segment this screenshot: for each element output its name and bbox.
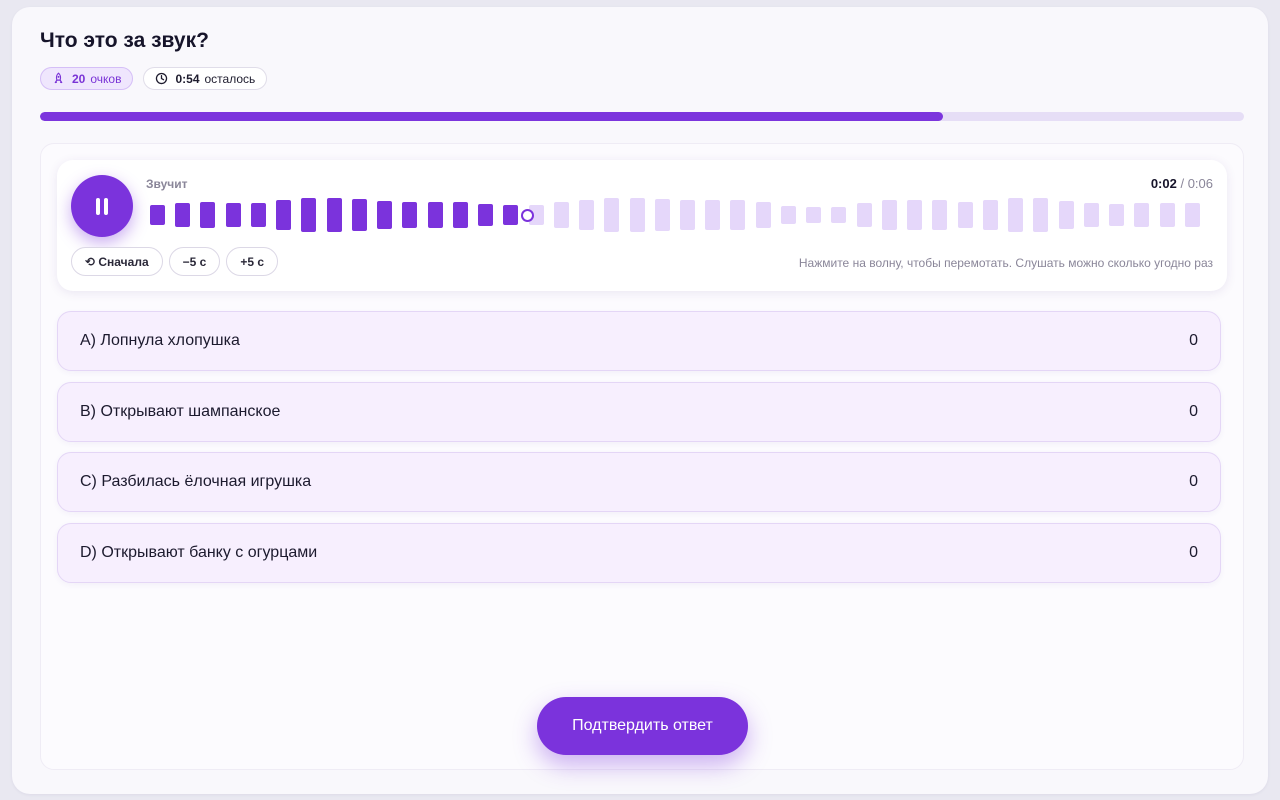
pause-button[interactable] (71, 175, 133, 237)
answer-option-a[interactable]: A) Лопнула хлопушка 0 (57, 311, 1221, 371)
answer-text: A) Лопнула хлопушка (80, 332, 240, 349)
waveform-bar (856, 203, 872, 227)
waveform-bar (654, 199, 670, 231)
waveform-bar (831, 207, 847, 223)
answer-count: 0 (1189, 332, 1198, 349)
audio-player: Звучит 0:02 / 0:06 ⟲ Сначала −5 с +5 с Н… (57, 160, 1227, 291)
waveform-bar (604, 198, 620, 232)
restart-button[interactable]: ⟲ Сначала (71, 247, 163, 276)
quiz-title: Что это за звук? (40, 29, 209, 52)
waveform-bar (1083, 203, 1099, 227)
points-badge: 20 очков (40, 67, 134, 90)
quiz-card: Что это за звук? 20 очков 0:54 осталось … (12, 7, 1268, 794)
playhead-handle[interactable] (520, 208, 534, 222)
waveform-bar (452, 202, 468, 228)
current-time: 0:02 (1150, 176, 1177, 191)
waveform-bar (326, 198, 342, 232)
timer-value: 0:54 (175, 71, 200, 86)
waveform-bar (881, 200, 897, 230)
waveform-bar (175, 203, 191, 227)
pause-icon (94, 197, 110, 215)
timer-badge: 0:54 осталось (143, 67, 268, 90)
question-panel: Звучит 0:02 / 0:06 ⟲ Сначала −5 с +5 с Н… (40, 143, 1244, 770)
quiz-progress-fill (40, 112, 943, 121)
answer-count: 0 (1189, 402, 1198, 420)
answer-option-d[interactable]: D) Открывают банку с огурцами 0 (57, 522, 1221, 583)
waveform-bar (1184, 203, 1200, 227)
waveform-bar (200, 202, 216, 228)
waveform-bar (1008, 198, 1024, 232)
answer-count: 0 (1189, 473, 1198, 490)
answer-option-c[interactable]: C) Разбилась ёлочная игрушка 0 (57, 452, 1221, 512)
player-controls: ⟲ Сначала −5 с +5 с (71, 247, 279, 276)
points-label: очков (90, 71, 122, 86)
waveform-bar (932, 200, 948, 230)
waveform-bar (982, 200, 998, 230)
waveform-bar (276, 200, 292, 230)
waveform-bar (957, 202, 973, 228)
answer-count: 0 (1189, 543, 1198, 561)
time-separator: / (1176, 176, 1188, 191)
waveform-bar (780, 206, 796, 224)
waveform-bar (553, 202, 569, 228)
answer-option-b[interactable]: B) Открывают шампанское 0 (57, 381, 1221, 442)
waveform-bar (1058, 201, 1074, 229)
submit-answer-button[interactable]: Подтвердить ответ (537, 697, 748, 755)
answer-options: A) Лопнула хлопушка 0 B) Открывают шампа… (57, 311, 1221, 593)
waveform-bar (680, 200, 695, 230)
player-status: Звучит (146, 177, 188, 191)
waveform-bar (730, 200, 746, 230)
timer-label: осталось (204, 71, 256, 86)
waveform-bar (250, 203, 266, 227)
waveform-bar (579, 200, 595, 230)
answer-text: D) Открывают банку с огурцами (80, 543, 318, 561)
waveform-bar (1134, 203, 1150, 227)
rewind-5s-button[interactable]: −5 с (168, 247, 221, 276)
waveform-bar (755, 202, 771, 228)
waveform-bar (351, 199, 367, 231)
answer-text: C) Разбилась ёлочная игрушка (80, 473, 312, 490)
quiz-progress-bar (40, 112, 1244, 121)
time-readout: 0:02 / 0:06 (1151, 176, 1213, 191)
waveform-bar (629, 198, 645, 232)
waveform-bar (806, 207, 822, 223)
waveform-bar (1109, 204, 1125, 226)
points-value: 20 (72, 71, 86, 86)
forward-5s-button[interactable]: +5 с (226, 247, 279, 276)
quiz-badges: 20 очков 0:54 осталось (40, 67, 268, 90)
waveform-bar (150, 205, 165, 225)
waveform-bar (907, 200, 923, 230)
waveform-bar (478, 204, 494, 226)
player-hint: Нажмите на волну, чтобы перемотать. Слуш… (798, 256, 1213, 270)
clock-icon (155, 72, 168, 85)
waveform-seek[interactable] (150, 196, 1210, 234)
waveform-bar (402, 202, 418, 228)
waveform-bar (1159, 203, 1175, 227)
waveform-bar (705, 200, 721, 230)
waveform-bar (1033, 198, 1049, 232)
waveform-bar (301, 198, 317, 232)
waveform-bar (377, 201, 393, 229)
waveform-bar (427, 202, 443, 228)
rocket-icon (52, 72, 65, 85)
waveform-bar (503, 205, 519, 225)
answer-text: B) Открывают шампанское (80, 402, 281, 420)
total-time: 0:06 (1187, 176, 1213, 191)
waveform-bar (225, 203, 241, 227)
